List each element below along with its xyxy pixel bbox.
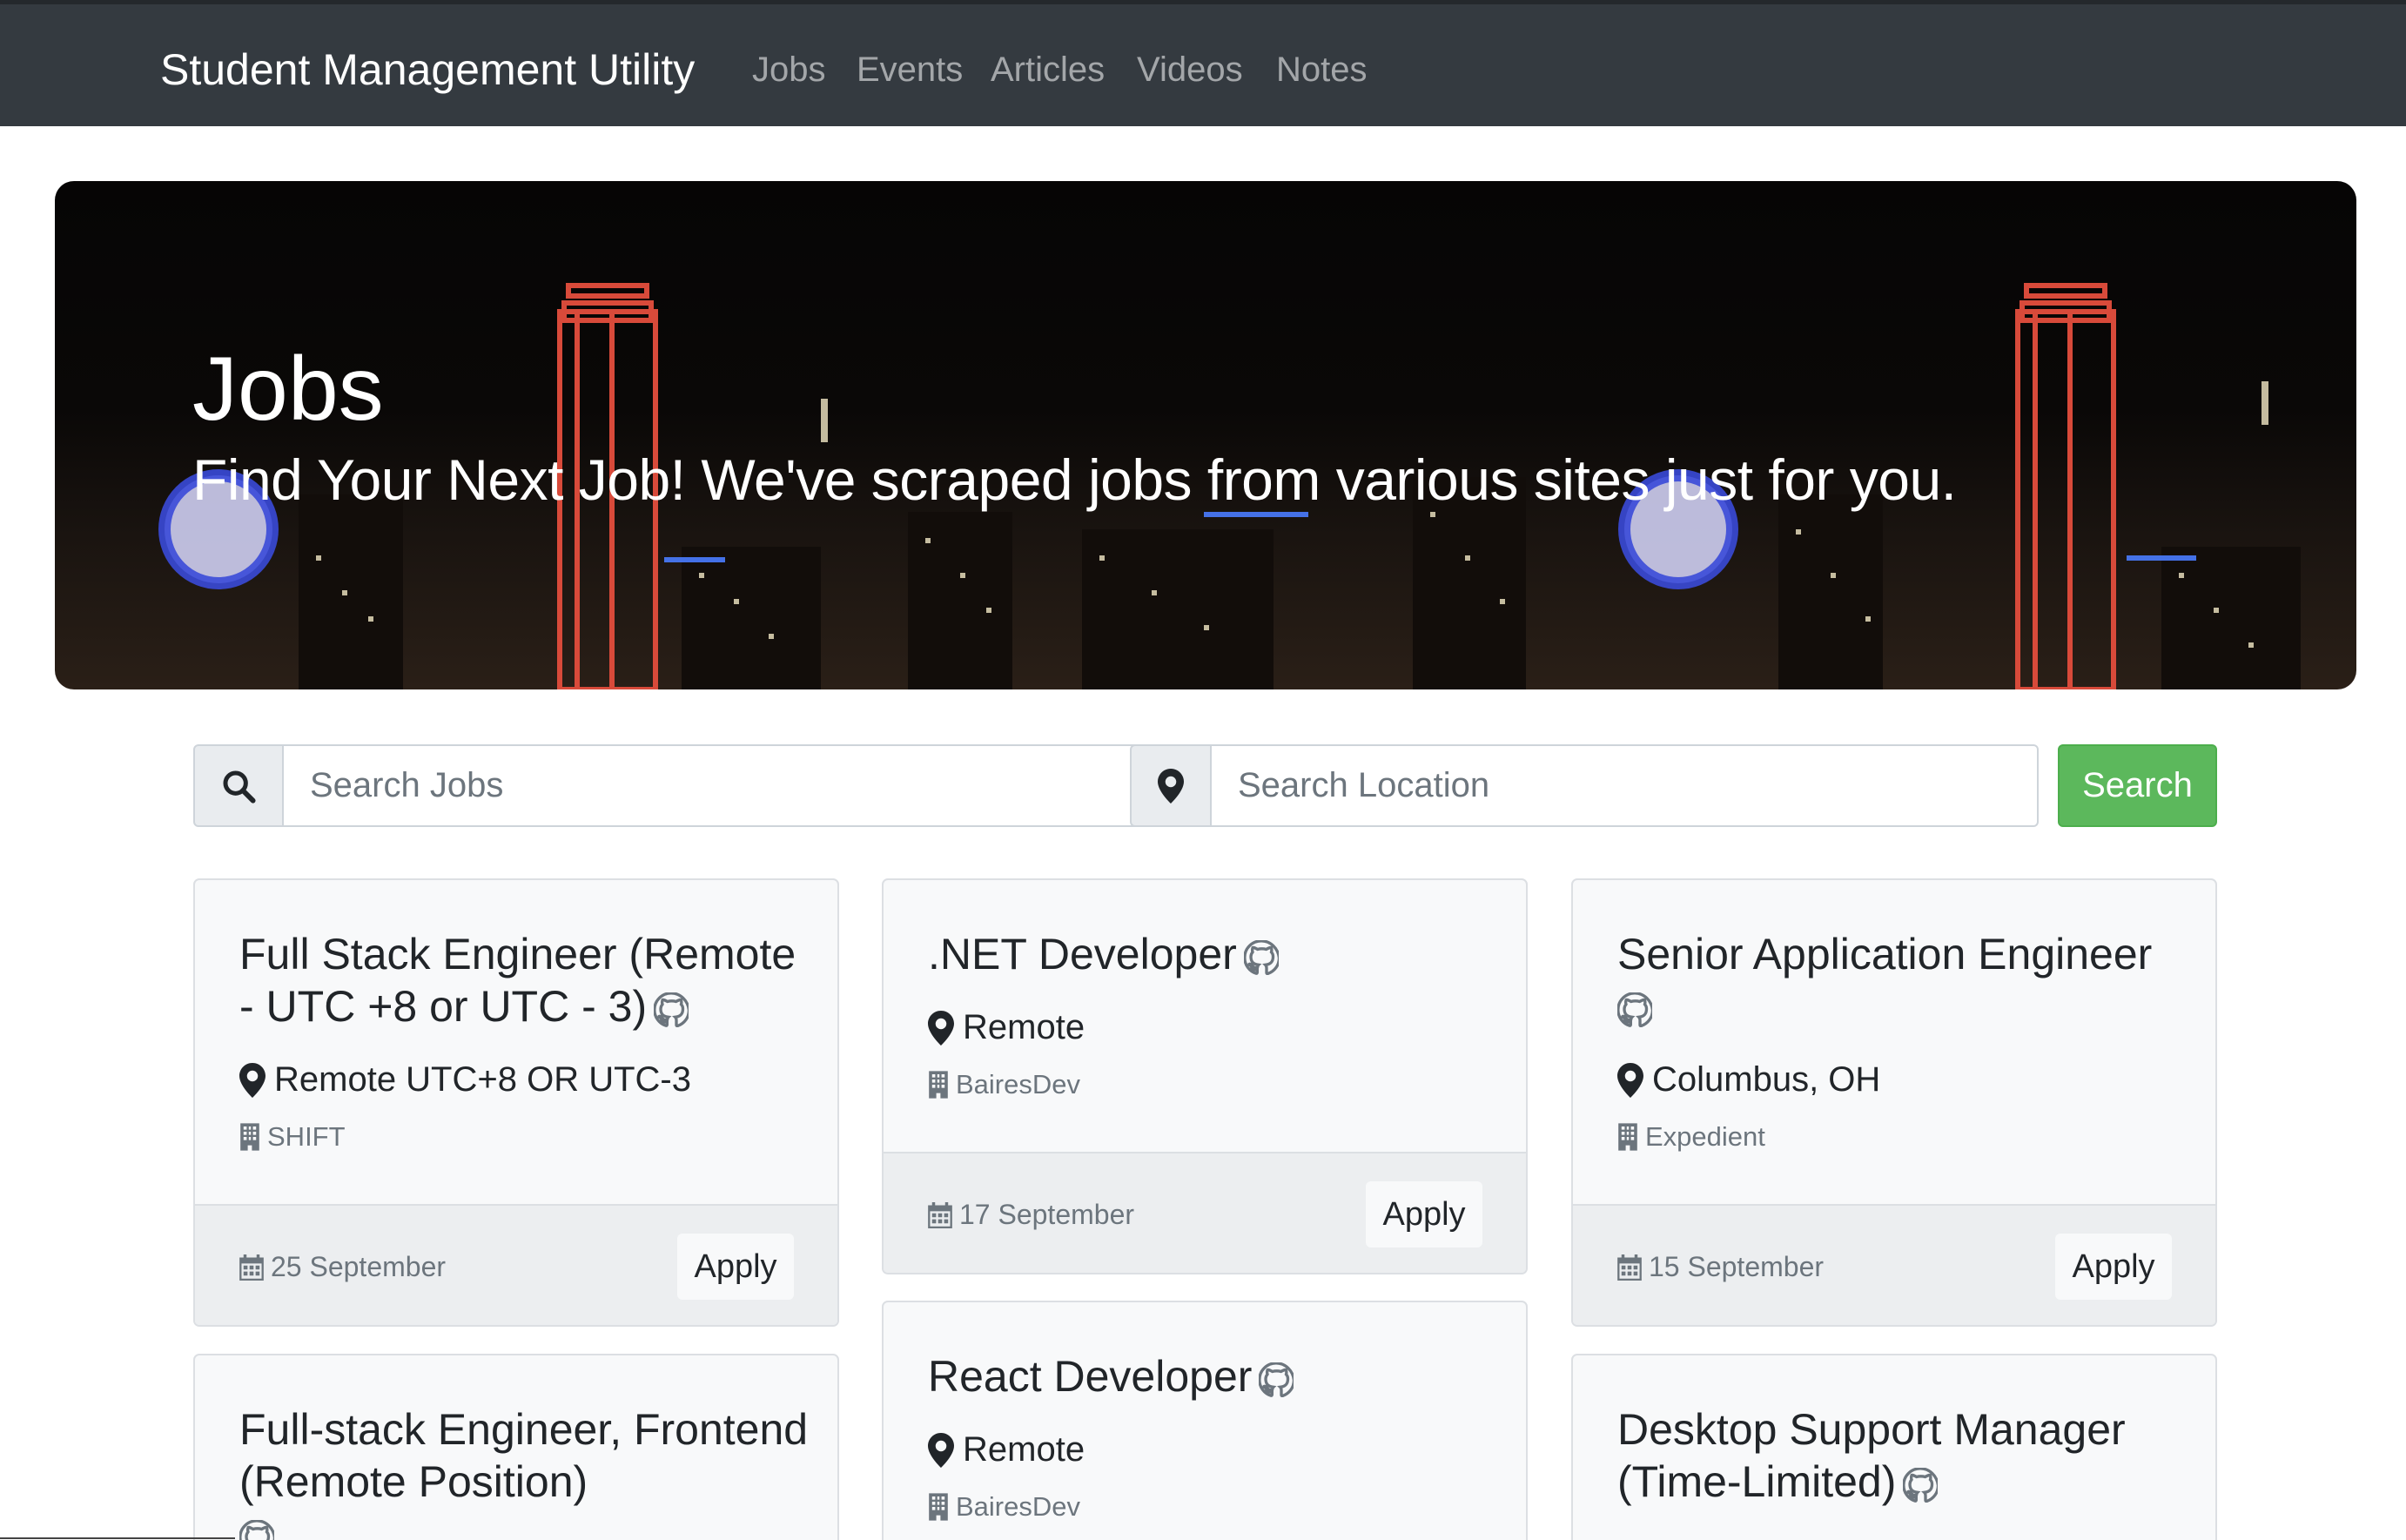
calendar-icon	[928, 1202, 952, 1228]
search-button[interactable]: Search	[2058, 744, 2217, 827]
github-icon[interactable]	[1259, 1362, 1294, 1397]
map-marker-icon	[1130, 744, 1212, 827]
job-title[interactable]: Senior Application Engineer	[1617, 928, 2192, 1032]
github-icon[interactable]	[1244, 940, 1279, 975]
job-title[interactable]: .NET Developer	[928, 928, 1502, 980]
map-marker-icon	[1617, 1063, 1643, 1098]
job-search-group	[193, 744, 1203, 827]
job-date: 17 September	[928, 1199, 1134, 1231]
search-location-input[interactable]	[1212, 744, 2039, 827]
job-location: Columbus, OH	[1617, 1060, 1880, 1100]
calendar-icon	[1617, 1254, 1642, 1281]
building-icon	[928, 1493, 949, 1521]
job-location: Remote	[928, 1430, 1085, 1469]
brand-link[interactable]: Student Management Utility	[160, 44, 695, 95]
job-date: 25 September	[239, 1251, 446, 1283]
location-search-group	[1130, 744, 2039, 827]
github-icon[interactable]	[1617, 992, 1652, 1027]
nav-link-jobs[interactable]: Jobs	[752, 50, 826, 90]
apply-button[interactable]: Apply	[677, 1234, 794, 1300]
job-card: Full Stack Engineer (Remote - UTC +8 or …	[193, 878, 839, 1327]
card-footer: 17 September Apply	[884, 1152, 1526, 1273]
search-jobs-input[interactable]	[284, 744, 1203, 827]
job-title[interactable]: Full-stack Engineer, Frontend (Remote Po…	[239, 1403, 814, 1540]
page-title: Jobs	[192, 339, 384, 440]
city-skyline-background	[158, 283, 2301, 689]
job-company: SHIFT	[239, 1121, 346, 1153]
apply-button[interactable]: Apply	[1366, 1181, 1482, 1247]
job-date: 15 September	[1617, 1251, 1824, 1283]
jobs-hero-banner: Jobs Find Your Next Job! We've scraped j…	[55, 181, 2356, 689]
nav-link-articles[interactable]: Articles	[991, 50, 1105, 90]
github-icon[interactable]	[239, 1520, 274, 1540]
github-icon[interactable]	[1903, 1468, 1938, 1503]
top-navbar: Student Management Utility Jobs Events A…	[0, 0, 2406, 126]
job-company: BairesDev	[928, 1491, 1080, 1523]
nav-link-events[interactable]: Events	[857, 50, 963, 90]
job-company: Expedient	[1617, 1121, 1765, 1153]
card-footer: 15 September Apply	[1573, 1204, 2215, 1325]
calendar-icon	[239, 1254, 264, 1281]
nav-link-videos[interactable]: Videos	[1137, 50, 1243, 90]
building-icon	[1617, 1123, 1638, 1151]
map-marker-icon	[239, 1063, 265, 1098]
page-subtitle: Find Your Next Job! We've scraped jobs f…	[192, 447, 1957, 512]
apply-button[interactable]: Apply	[2055, 1234, 2172, 1300]
job-card: Full-stack Engineer, Frontend (Remote Po…	[193, 1354, 839, 1540]
window-edge-divider	[0, 1537, 235, 1539]
github-icon[interactable]	[654, 992, 689, 1027]
job-title[interactable]: Desktop Support Manager (Time-Limited)	[1617, 1403, 2192, 1508]
job-card: Senior Application Engineer Columbus, OH…	[1571, 878, 2217, 1327]
job-title[interactable]: React Developer	[928, 1350, 1502, 1402]
job-title[interactable]: Full Stack Engineer (Remote - UTC +8 or …	[239, 928, 814, 1032]
job-location: Remote UTC+8 OR UTC-3	[239, 1060, 691, 1100]
map-marker-icon	[928, 1011, 954, 1046]
job-card: .NET Developer Remote BairesDev 17 Septe…	[882, 878, 1528, 1274]
nav-link-notes[interactable]: Notes	[1276, 50, 1368, 90]
card-footer: 25 September Apply	[195, 1204, 837, 1325]
job-company: BairesDev	[928, 1069, 1080, 1100]
job-card: React Developer Remote BairesDev	[882, 1301, 1528, 1540]
building-icon	[928, 1071, 949, 1099]
job-location: Remote	[928, 1008, 1085, 1047]
job-card: Desktop Support Manager (Time-Limited)	[1571, 1354, 2217, 1540]
search-icon	[193, 744, 284, 827]
map-marker-icon	[928, 1433, 954, 1468]
building-icon	[239, 1123, 260, 1151]
